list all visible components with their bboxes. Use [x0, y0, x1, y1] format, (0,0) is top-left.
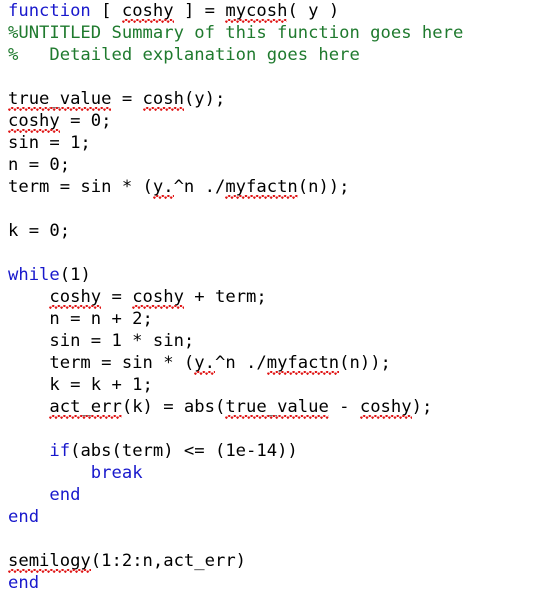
code-line[interactable]: n = 0;	[8, 154, 463, 176]
code-line[interactable]: ​	[8, 242, 463, 264]
code-line[interactable]: n = n + 2;	[8, 308, 463, 330]
code-line[interactable]: term = sin * (y.^n ./myfactn(n));	[8, 176, 463, 199]
code-line[interactable]: while(1)	[8, 264, 463, 286]
code-token: %UNTITLED Summary of this function goes …	[8, 23, 464, 43]
code-token: = 0;	[59, 111, 112, 131]
code-line[interactable]: k = k + 1;	[8, 374, 463, 396]
code-token: sin = 1 * sin;	[8, 331, 195, 351]
code-token: break	[90, 463, 143, 483]
code-token: % Detailed explanation goes here	[8, 45, 360, 65]
code-token: term = sin * (	[8, 353, 195, 373]
code-token: );	[411, 397, 433, 417]
code-token: [	[90, 1, 122, 21]
code-token: (n));	[297, 177, 350, 197]
code-line[interactable]: ​	[8, 528, 463, 550]
code-token-flagged: myfactn	[266, 353, 340, 375]
code-token: end	[8, 507, 40, 527]
code-line[interactable]: coshy = coshy + term;	[8, 286, 463, 309]
code-line[interactable]: ​	[8, 66, 463, 88]
code-line[interactable]: end	[8, 572, 463, 593]
code-token: term = sin * (	[8, 177, 153, 197]
code-token: end	[8, 573, 40, 593]
code-line[interactable]: function [ coshy ] = mycosh( y )	[8, 0, 463, 23]
code-token: n = 0;	[8, 155, 71, 175]
code-token: function	[8, 1, 91, 21]
code-token: n = n + 2;	[8, 309, 153, 329]
code-token: ^n ./	[214, 353, 267, 373]
code-token-flagged: true_value	[8, 89, 112, 111]
code-token: ( y )	[287, 1, 340, 21]
code-line[interactable]: %UNTITLED Summary of this function goes …	[8, 22, 463, 44]
code-token: (y);	[183, 89, 226, 109]
code-token-flagged: coshy	[359, 397, 412, 419]
code-token: + term;	[183, 287, 267, 307]
code-line[interactable]: term = sin * (y.^n ./myfactn(n));	[8, 352, 463, 375]
code-token: end	[49, 485, 81, 505]
code-line[interactable]: true_value = cosh(y);	[8, 88, 463, 111]
code-token: if	[49, 441, 71, 461]
code-editor[interactable]: function [ coshy ] = mycosh( y ) %UNTITLE…	[0, 0, 535, 593]
code-line[interactable]: semilogy(1:2:n,act_err)	[8, 550, 463, 573]
code-token: (n));	[339, 353, 391, 373]
code-token: (k) = abs(	[121, 397, 226, 417]
code-token: (abs(term) <= (1e-14))	[70, 441, 298, 461]
code-token-flagged: true_value	[225, 397, 330, 419]
code-token-flagged: myfactn	[225, 177, 299, 199]
code-line[interactable]: % Detailed explanation goes here	[8, 44, 463, 66]
code-token-flagged: coshy	[121, 1, 174, 23]
code-token: -	[328, 397, 360, 417]
code-token-flagged: y.	[152, 177, 174, 199]
code-token-flagged: cosh	[142, 89, 185, 111]
code-line[interactable]: act_err(k) = abs(true_value - coshy);	[8, 396, 463, 419]
code-token: ] =	[173, 1, 226, 21]
code-line[interactable]: end	[8, 484, 463, 506]
code-token: k = 0;	[8, 221, 71, 241]
code-line[interactable]: sin = 1 * sin;	[8, 330, 463, 352]
code-line[interactable]: ​	[8, 418, 463, 440]
code-line[interactable]: break	[8, 462, 463, 484]
code-token: =	[101, 287, 133, 307]
code-line[interactable]: coshy = 0;	[8, 110, 463, 133]
code-token-flagged: semilogy	[8, 551, 91, 573]
code-token-flagged: coshy	[8, 111, 60, 133]
code-line[interactable]: sin = 1;	[8, 132, 463, 154]
code-token-flagged: mycosh	[225, 1, 288, 23]
code-token: sin = 1;	[8, 133, 91, 153]
code-token: (1)	[59, 265, 91, 285]
code-token-flagged: coshy	[49, 287, 102, 309]
code-line[interactable]: ​	[8, 198, 463, 220]
code-token: k = k + 1;	[8, 375, 153, 395]
code-token: while	[8, 265, 60, 285]
code-token-flagged: y.	[194, 353, 215, 375]
code-token-flagged: coshy	[132, 287, 184, 309]
code-token: (1:2:n,act_err)	[90, 551, 247, 571]
code-content[interactable]: function [ coshy ] = mycosh( y ) %UNTITLE…	[8, 0, 463, 593]
code-line[interactable]: k = 0;	[8, 220, 463, 242]
code-token-flagged: act_err	[49, 397, 123, 419]
code-token: =	[111, 89, 143, 109]
code-line[interactable]: if(abs(term) <= (1e-14))	[8, 440, 463, 462]
code-token: ^n ./	[173, 177, 226, 197]
code-line[interactable]: end	[8, 506, 463, 528]
